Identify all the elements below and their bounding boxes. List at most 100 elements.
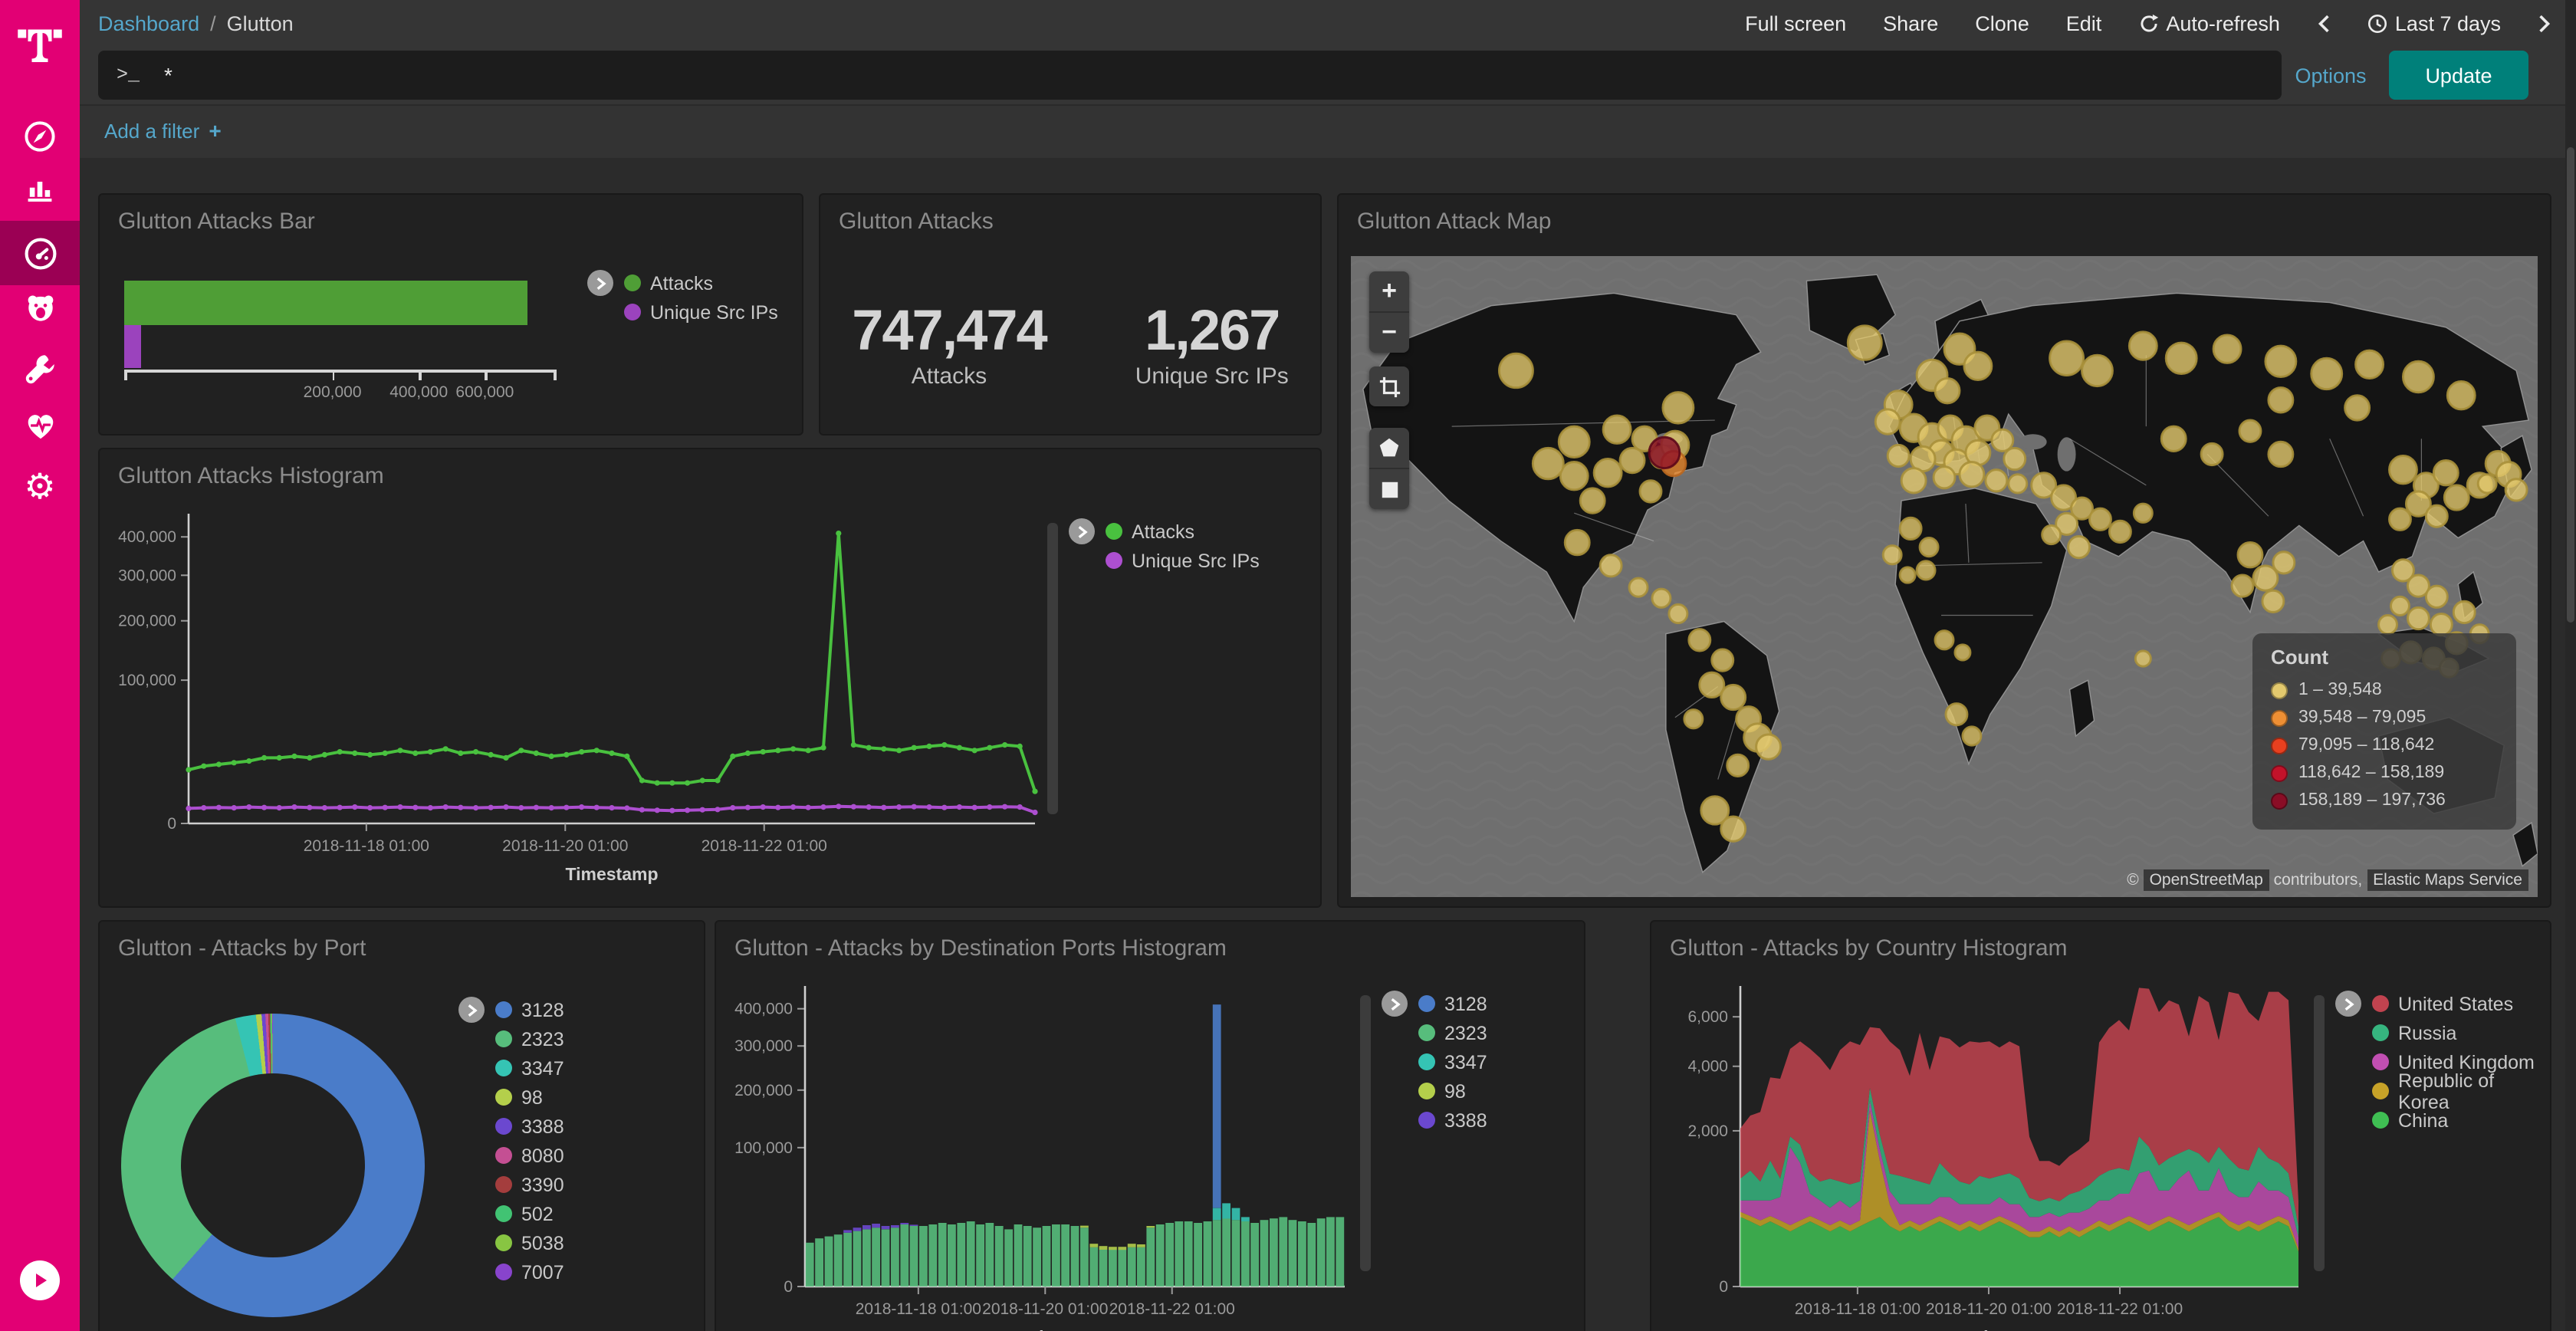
ems-link[interactable]: Elastic Maps Service — [2367, 869, 2528, 891]
legend-label: 3128 — [521, 999, 564, 1020]
fullscreen-button[interactable]: Full screen — [1745, 12, 1846, 35]
svg-text:0: 0 — [784, 1278, 793, 1296]
map-fit-control — [1369, 366, 1409, 406]
legend-toggle-button[interactable] — [458, 997, 485, 1023]
port-donut-chart[interactable] — [121, 1014, 425, 1317]
scrollbar-thumb[interactable] — [2567, 147, 2574, 623]
bar-attacks[interactable] — [124, 281, 527, 325]
scrollbar-track[interactable] — [2565, 0, 2576, 1331]
management-gear-icon: ⚙ — [24, 468, 55, 504]
screenshot-root: ⚙ Dashboard / Glutton Full screen Share … — [0, 0, 2576, 1331]
legend-item[interactable]: 3390 — [495, 1170, 564, 1199]
clone-button[interactable]: Clone — [1975, 12, 2029, 35]
legend-label: 3388 — [1444, 1109, 1487, 1131]
query-prompt-icon: >_ — [117, 64, 140, 86]
update-button[interactable]: Update — [2389, 51, 2528, 100]
legend-item[interactable]: 2323 — [495, 1024, 564, 1053]
legend-item[interactable]: Unique Src IPs — [624, 297, 778, 327]
legend-color-dot — [2372, 1024, 2389, 1041]
legend-label: 3347 — [1444, 1051, 1487, 1073]
discover-compass-icon — [23, 120, 57, 153]
metric-group: 747,474 Attacks 1,267 Unique Src IPs — [820, 299, 1320, 389]
legend-item[interactable]: 98 — [1418, 1076, 1487, 1106]
world-map[interactable]: + − Count — [1351, 256, 2538, 897]
legend-item[interactable]: China — [2372, 1106, 2550, 1135]
map-legend-label: 1 – 39,548 — [2298, 681, 2382, 699]
add-filter-button[interactable]: Add a filter+ — [104, 118, 222, 143]
legend-item[interactable]: 2323 — [1418, 1018, 1487, 1047]
map-crop-button[interactable] — [1369, 366, 1409, 406]
legend-color-dot — [2372, 1112, 2389, 1129]
svg-text:2,000: 2,000 — [1687, 1122, 1728, 1140]
legend-toggle-button[interactable] — [1069, 518, 1095, 544]
query-options-link[interactable]: Options — [2285, 46, 2377, 104]
time-picker-button[interactable]: Last 7 days — [2367, 12, 2501, 35]
legend-item[interactable]: 502 — [495, 1199, 564, 1228]
time-forward-button[interactable] — [2538, 13, 2551, 33]
svg-text:200,000: 200,000 — [118, 613, 176, 630]
legend-item[interactable]: 8080 — [495, 1141, 564, 1170]
legend-item[interactable]: Unique Src IPs — [1106, 546, 1260, 575]
legend-item[interactable]: 3128 — [495, 995, 564, 1024]
osm-link[interactable]: OpenStreetMap — [2144, 869, 2269, 891]
map-legend-label: 39,548 – 79,095 — [2298, 708, 2426, 727]
legend-resize-handle[interactable] — [2314, 995, 2325, 1271]
legend-color-dot — [1418, 1083, 1435, 1099]
time-back-button[interactable] — [2317, 13, 2331, 33]
svg-text:300,000: 300,000 — [734, 1037, 793, 1055]
svg-text:400,000: 400,000 — [734, 1001, 793, 1018]
chevron-right-icon — [1075, 524, 1089, 539]
legend-label: 3128 — [1444, 993, 1487, 1014]
legend-resize-handle[interactable] — [1047, 523, 1058, 814]
legend-item[interactable]: 3388 — [1418, 1106, 1487, 1135]
svg-text:2018-11-18 01:00: 2018-11-18 01:00 — [304, 837, 429, 855]
sidebar-item-management[interactable]: ⚙ — [0, 454, 80, 518]
svg-text:2018-11-18 01:00: 2018-11-18 01:00 — [856, 1300, 981, 1318]
sidebar-item-bear[interactable] — [0, 276, 80, 340]
sidebar-item-monitoring[interactable] — [0, 393, 80, 457]
attacks-bar-chart[interactable]: 200,000400,000600,000 — [124, 241, 593, 422]
legend-label: China — [2398, 1109, 2448, 1131]
map-zoom-in-button[interactable]: + — [1369, 271, 1409, 311]
auto-refresh-button[interactable]: Auto-refresh — [2138, 12, 2280, 35]
legend-color-dot — [1418, 995, 1435, 1012]
sidebar-expand-button[interactable] — [20, 1260, 60, 1300]
telekom-logo[interactable] — [0, 12, 80, 74]
legend-toggle-button[interactable] — [2335, 991, 2361, 1017]
search-input[interactable]: >_ * — [98, 51, 2282, 100]
legend-item[interactable]: 98 — [495, 1083, 564, 1112]
legend-item[interactable]: 3347 — [495, 1053, 564, 1083]
panel-attacks-metric: Glutton Attacks 747,474 Attacks 1,267 Un… — [819, 193, 1322, 435]
legend-color-dot — [495, 1060, 512, 1076]
ports-histogram-chart[interactable]: 0100,000200,000300,000400,0002018-11-18 … — [722, 980, 1354, 1331]
legend-item[interactable]: Russia — [2372, 1018, 2550, 1047]
legend-item[interactable]: 5038 — [495, 1228, 564, 1257]
legend-resize-handle[interactable] — [1360, 995, 1371, 1271]
bar-unique-src-ips[interactable] — [124, 325, 141, 368]
attacks-histogram-chart[interactable]: 0100,000200,000300,000400,0002018-11-18 … — [106, 508, 1044, 894]
legend-label: Unique Src IPs — [1132, 550, 1260, 571]
legend-item[interactable]: 3388 — [495, 1112, 564, 1141]
chevron-right-icon — [1388, 996, 1401, 1011]
country-histogram-chart[interactable]: 02,0004,0006,0002018-11-18 01:002018-11-… — [1658, 980, 2308, 1331]
share-button[interactable]: Share — [1883, 12, 1938, 35]
legend-item[interactable]: 3128 — [1418, 989, 1487, 1018]
legend-item[interactable]: Attacks — [1106, 517, 1260, 546]
legend-color-dot — [495, 1001, 512, 1018]
legend-item[interactable]: 7007 — [495, 1257, 564, 1287]
legend-item[interactable]: Republic of Korea — [2372, 1076, 2550, 1106]
breadcrumb-dashboard-link[interactable]: Dashboard — [98, 12, 199, 35]
legend-item[interactable]: Attacks — [624, 268, 778, 297]
map-legend-dot — [2271, 709, 2288, 726]
map-rectangle-button[interactable] — [1369, 468, 1409, 509]
legend-item[interactable]: 3347 — [1418, 1047, 1487, 1076]
legend-toggle-button[interactable] — [587, 270, 613, 296]
sidebar-item-visualize[interactable] — [0, 158, 80, 222]
legend-toggle-button[interactable] — [1382, 991, 1408, 1017]
map-polygon-button[interactable] — [1369, 428, 1409, 468]
legend-item[interactable]: United States — [2372, 989, 2550, 1018]
panel-attack-map: Glutton Attack Map + − — [1337, 193, 2551, 908]
map-zoom-out-button[interactable]: − — [1369, 311, 1409, 353]
map-legend-label: 158,189 – 197,736 — [2298, 791, 2446, 810]
edit-button[interactable]: Edit — [2066, 12, 2102, 35]
